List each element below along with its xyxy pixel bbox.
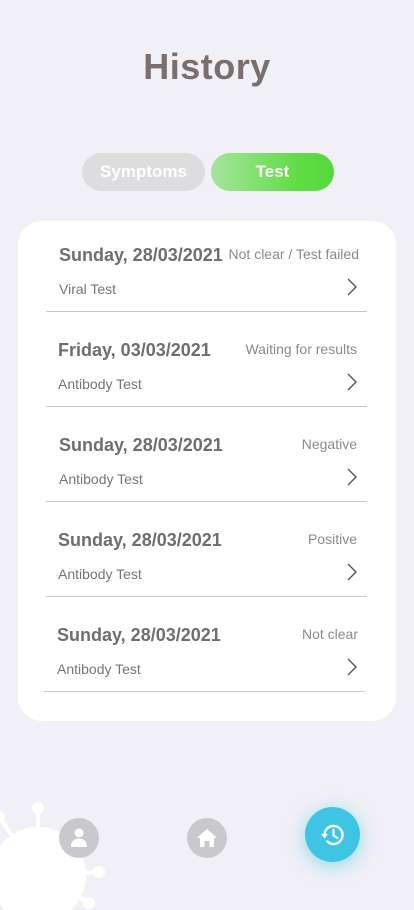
virus-icon [0,802,105,910]
test-date: Sunday, 28/03/2021 [57,625,221,645]
test-status: Negative [301,436,357,452]
history-icon [320,824,344,845]
test-status: Positive [307,531,357,547]
profile-icon [71,828,87,847]
test-type: Viral Test [59,281,117,297]
test-date: Sunday, 28/03/2021 [59,245,223,265]
test-type: Antibody Test [59,471,143,487]
test-history-row[interactable]: Sunday, 28/03/2021 Not clear / Test fail… [46,221,367,312]
chevron-right-icon [347,658,357,676]
chevron-right-icon [347,373,357,391]
tab-symptoms[interactable]: Symptoms [82,153,205,191]
nav-profile-button[interactable] [59,818,99,858]
chevron-right-icon [347,563,357,581]
test-date: Sunday, 28/03/2021 [58,530,222,550]
test-date: Sunday, 28/03/2021 [59,435,223,455]
test-status: Not clear [301,626,358,642]
test-type: Antibody Test [57,661,141,677]
nav-history-button[interactable] [305,807,360,862]
page-title: History [143,46,271,87]
test-history-row[interactable]: Friday, 03/03/2021 Waiting for results A… [46,316,367,407]
home-icon [197,829,217,847]
test-type: Antibody Test [58,376,142,392]
test-status: Waiting for results [245,341,357,357]
tab-bar: Symptoms Test [82,153,334,191]
nav-home-button[interactable] [187,818,227,858]
test-date: Friday, 03/03/2021 [58,340,211,360]
test-history-row[interactable]: Sunday, 28/03/2021 Positive Antibody Tes… [46,506,367,597]
tab-test[interactable]: Test [211,153,334,191]
test-history-row[interactable]: Sunday, 28/03/2021 Negative Antibody Tes… [46,411,367,502]
chevron-right-icon [347,278,357,296]
test-history-row[interactable]: Sunday, 28/03/2021 Not clear Antibody Te… [44,601,365,692]
test-type: Antibody Test [58,566,142,582]
chevron-right-icon [347,468,357,486]
test-history-card: Sunday, 28/03/2021 Not clear / Test fail… [18,221,396,721]
test-status: Not clear / Test failed [228,246,359,262]
